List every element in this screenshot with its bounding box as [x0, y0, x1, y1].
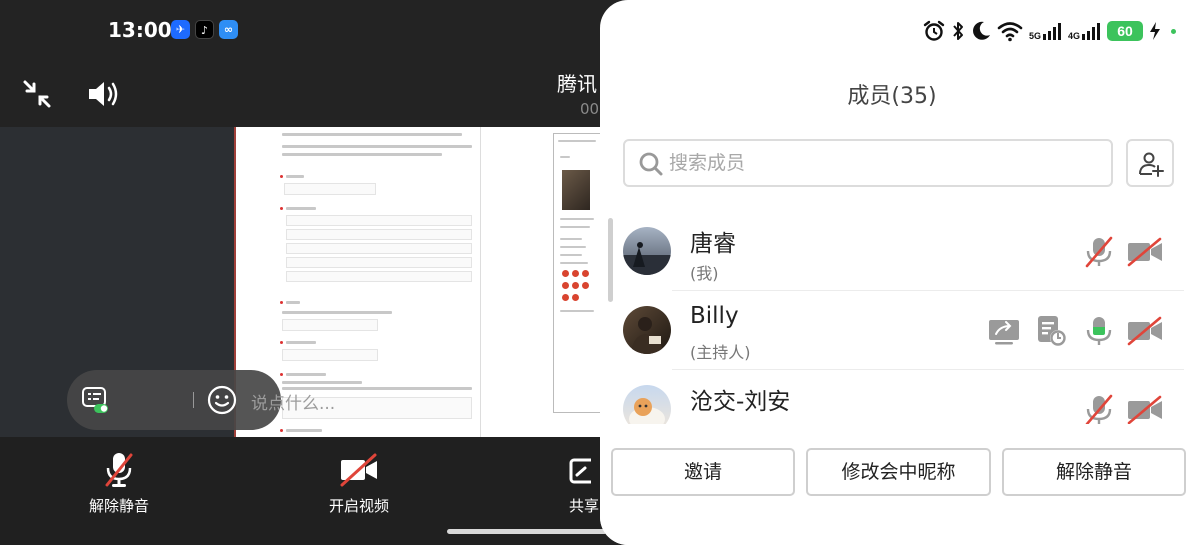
members-footer: 邀请 修改会中昵称 解除静音 — [600, 424, 1198, 545]
member-role: (我) — [690, 264, 719, 283]
member-name: 沧交-刘安 — [690, 389, 791, 415]
bluetooth-icon — [953, 22, 963, 40]
members-panel: 5G 4G 60 成员(35) 搜索成员 唐睿 (我) Billy (主持人) … — [600, 0, 1198, 545]
camera-off-icon[interactable] — [1126, 392, 1162, 424]
wifi-icon — [997, 22, 1023, 42]
member-role: (主持人) — [690, 343, 751, 362]
home-indicator[interactable] — [447, 529, 607, 534]
add-member-button[interactable] — [1126, 139, 1174, 187]
phone-screenshot — [553, 133, 600, 413]
mic-muted-icon[interactable] — [1081, 392, 1117, 424]
avatar — [623, 385, 671, 424]
camera-off-icon — [340, 453, 377, 487]
divider — [193, 392, 194, 408]
tiktok-icon: ♪ — [195, 20, 214, 39]
emoji-icon[interactable] — [207, 385, 237, 415]
member-search-box[interactable] — [623, 139, 1113, 187]
avatar — [623, 227, 671, 275]
start-video-label: 开启视频 — [328, 497, 389, 515]
member-name: Billy — [690, 303, 739, 329]
privacy-indicator — [1171, 28, 1176, 34]
member-name: 唐睿 — [690, 231, 736, 257]
chat-input-pill[interactable]: 说点什么... — [67, 370, 335, 430]
signal-icon-2 — [1082, 23, 1100, 40]
invite-button[interactable]: 邀请 — [611, 448, 795, 496]
mic-muted-icon[interactable] — [1081, 234, 1117, 270]
member-list: 唐睿 (我) Billy (主持人) 沧交-刘安 — [600, 212, 1198, 424]
member-row[interactable]: 沧交-刘安 — [600, 370, 1198, 424]
share-screen-icon — [569, 458, 591, 484]
member-search-input[interactable] — [669, 149, 1089, 177]
start-video-button[interactable]: 开启视频 — [304, 451, 414, 516]
exit-fullscreen-icon[interactable] — [22, 79, 52, 109]
mic-active-icon[interactable] — [1081, 313, 1117, 349]
screen: 13:00 ✈ ♪ ∞ 腾讯 00 说点什么... 解除静音 开启视频 共享 5… — [0, 0, 1198, 545]
battery-icon: 60 — [1107, 21, 1143, 41]
camera-off-icon[interactable] — [1126, 313, 1162, 349]
meeting-app-icon: ✈ — [171, 20, 190, 39]
search-icon — [639, 152, 663, 176]
do-not-disturb-icon — [973, 21, 990, 40]
screen-share-icon[interactable] — [986, 313, 1022, 349]
unmute-label: 解除静音 — [88, 497, 149, 515]
add-person-icon — [1139, 152, 1164, 177]
signal-icon — [1042, 23, 1061, 40]
mic-muted-icon — [105, 453, 133, 487]
meeting-timer: 00 — [580, 100, 600, 118]
alarm-icon — [923, 20, 945, 41]
members-title: 成员(35) — [847, 84, 937, 109]
cloud-app-icon: ∞ — [219, 20, 238, 39]
camera-off-icon[interactable] — [1126, 234, 1162, 270]
document-share-icon[interactable] — [1033, 313, 1069, 349]
unmute-self-button[interactable]: 解除静音 — [1002, 448, 1186, 496]
speaker-icon[interactable] — [86, 79, 120, 109]
meeting-title: 腾讯 — [557, 72, 597, 96]
charging-icon — [1150, 22, 1160, 40]
avatar — [623, 306, 671, 354]
system-status-icons: 5G 4G 60 — [923, 18, 1176, 44]
clock: 13:00 — [108, 18, 172, 42]
share-label: 共享 — [569, 497, 600, 515]
member-row[interactable]: Billy (主持人) — [600, 291, 1198, 370]
unmute-button[interactable]: 解除静音 — [64, 451, 174, 516]
shared-document-page-2 — [480, 127, 600, 437]
network-type-2: 4G — [1067, 31, 1080, 41]
member-row[interactable]: 唐睿 (我) — [600, 212, 1198, 291]
chat-placeholder[interactable]: 说点什么... — [251, 389, 335, 414]
rename-button[interactable]: 修改会中昵称 — [806, 448, 991, 496]
share-button[interactable]: 共享 — [544, 451, 600, 516]
status-bar-left: 13:00 ✈ ♪ ∞ — [0, 0, 600, 60]
message-toggle-icon[interactable] — [81, 386, 109, 414]
network-type-1: 5G — [1028, 31, 1041, 41]
